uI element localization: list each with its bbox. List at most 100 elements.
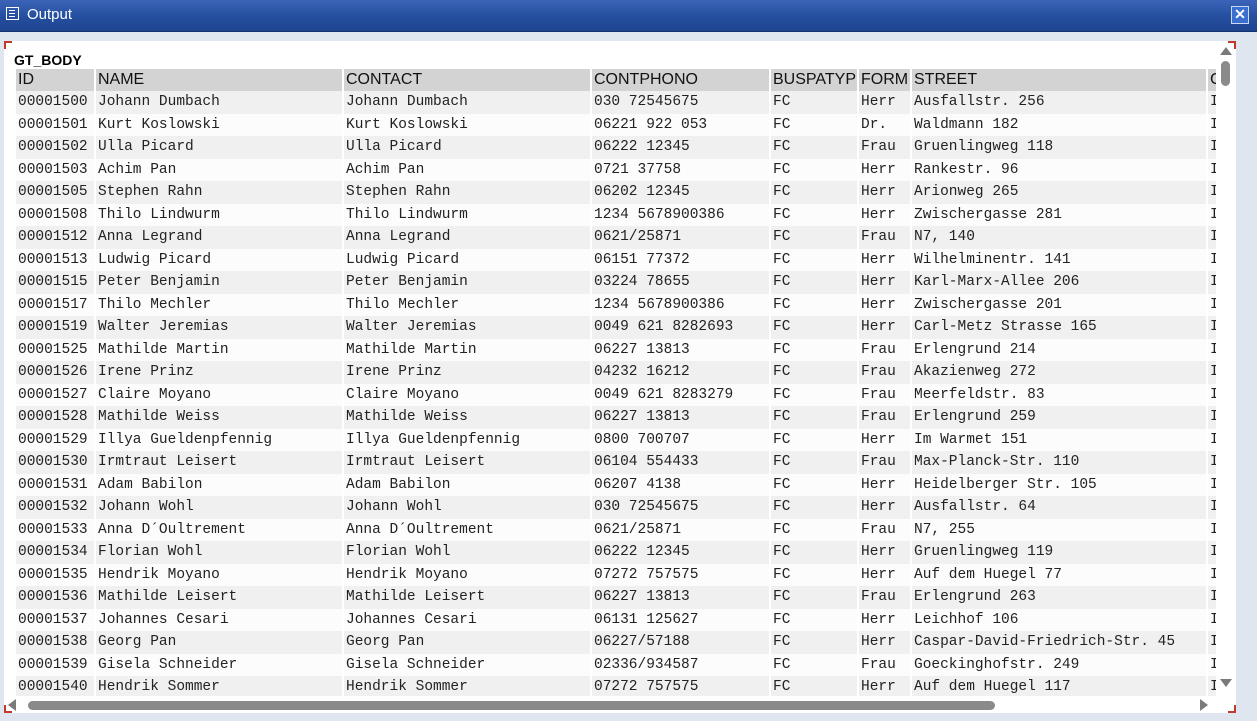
- table-row[interactable]: 00001532 Johann Wohl Johann Wohl 030 725456…: [16, 496, 1216, 519]
- cell-id: 00001538: [16, 631, 96, 654]
- cell-c: I: [1208, 271, 1216, 294]
- cell-c: I: [1208, 631, 1216, 654]
- table-row[interactable]: 00001517 Thilo Mechler Thilo Mechler 1234 5…: [16, 293, 1216, 316]
- table-row[interactable]: 00001531 Adam Babilon Adam Babilon 06207 41…: [16, 473, 1216, 496]
- table-row[interactable]: 00001533 Anna D´Oultrement Anna D´Oultreme…: [16, 518, 1216, 541]
- cell-name: Ludwig Picard: [96, 248, 344, 271]
- cell-contact: Peter Benjamin: [344, 271, 592, 294]
- column-header-name[interactable]: NAME: [96, 69, 344, 91]
- table-row[interactable]: 00001538 Georg Pan Georg Pan 06227/57188 FC H…: [16, 631, 1216, 654]
- cell-street: Heidelberger Str. 105: [912, 473, 1208, 496]
- cell-form: Frau: [859, 226, 912, 249]
- column-header-form[interactable]: FORM: [859, 69, 912, 91]
- cell-c: I: [1208, 608, 1216, 631]
- vertical-scrollbar[interactable]: [1220, 47, 1232, 687]
- cell-c: I: [1208, 653, 1216, 676]
- table-row[interactable]: 00001539 Gisela Schneider Gisela Schneider…: [16, 653, 1216, 676]
- cell-contact: Achim Pan: [344, 158, 592, 181]
- table-row[interactable]: 00001525 Mathilde Martin Mathilde Martin 06…: [16, 338, 1216, 361]
- cell-id: 00001525: [16, 338, 96, 361]
- table-row[interactable]: 00001528 Mathilde Weiss Mathilde Weiss 0622…: [16, 406, 1216, 429]
- cell-c: I: [1208, 361, 1216, 384]
- table-row[interactable]: 00001503 Achim Pan Achim Pan 0721 37758 FC He…: [16, 158, 1216, 181]
- horizontal-scroll-thumb[interactable]: [28, 701, 995, 710]
- table-row[interactable]: 00001502 Ulla Picard Ulla Picard 06222 1234…: [16, 136, 1216, 159]
- cell-id: 00001536: [16, 586, 96, 609]
- cell-street: N7, 140: [912, 226, 1208, 249]
- cell-id: 00001528: [16, 406, 96, 429]
- cell-form: Herr: [859, 158, 912, 181]
- arrow-up-icon[interactable]: [1220, 47, 1232, 55]
- cell-buspatyp: FC: [771, 428, 859, 451]
- cell-street: Gruenlingweg 119: [912, 541, 1208, 564]
- table-row[interactable]: 00001526 Irene Prinz Irene Prinz 04232 1621…: [16, 361, 1216, 384]
- table-row[interactable]: 00001508 Thilo Lindwurm Thilo Lindwurm 1234…: [16, 203, 1216, 226]
- cell-id: 00001529: [16, 428, 96, 451]
- cell-c: I: [1208, 563, 1216, 586]
- table-row[interactable]: 00001535 Hendrik Moyano Hendrik Moyano 0727…: [16, 563, 1216, 586]
- table-row[interactable]: 00001505 Stephen Rahn Stephen Rahn 06202 12…: [16, 181, 1216, 204]
- table-row[interactable]: 00001513 Ludwig Picard Ludwig Picard 06151 …: [16, 248, 1216, 271]
- table-row[interactable]: 00001500 Johann Dumbach Johann Dumbach 030 …: [16, 91, 1216, 114]
- cell-form: Frau: [859, 586, 912, 609]
- arrow-left-icon[interactable]: [8, 699, 16, 711]
- table-row[interactable]: 00001530 Irmtraut Leisert Irmtraut Leisert…: [16, 451, 1216, 474]
- table-row[interactable]: 00001537 Johannes Cesari Johannes Cesari 06…: [16, 608, 1216, 631]
- column-header-buspatyp[interactable]: BUSPATYP: [771, 69, 859, 91]
- cell-c: I: [1208, 406, 1216, 429]
- column-header-c[interactable]: C: [1208, 69, 1216, 91]
- close-button[interactable]: ✕: [1231, 6, 1249, 24]
- cell-name: Achim Pan: [96, 158, 344, 181]
- cell-id: 00001513: [16, 248, 96, 271]
- table-row[interactable]: 00001527 Claire Moyano Claire Moyano 0049 6…: [16, 383, 1216, 406]
- cell-form: Frau: [859, 653, 912, 676]
- cell-buspatyp: FC: [771, 653, 859, 676]
- cell-contphono: 06222 12345: [592, 541, 771, 564]
- cell-name: Gisela Schneider: [96, 653, 344, 676]
- cell-form: Herr: [859, 541, 912, 564]
- cell-c: I: [1208, 226, 1216, 249]
- cell-buspatyp: FC: [771, 226, 859, 249]
- cell-c: I: [1208, 676, 1216, 696]
- arrow-down-icon[interactable]: [1220, 679, 1232, 687]
- cell-c: I: [1208, 248, 1216, 271]
- table-row[interactable]: 00001512 Anna Legrand Anna Legrand 0621/258…: [16, 226, 1216, 249]
- table-row[interactable]: 00001515 Peter Benjamin Peter Benjamin 0322…: [16, 271, 1216, 294]
- column-header-contphono[interactable]: CONTPHONO: [592, 69, 771, 91]
- table-row[interactable]: 00001529 Illya Gueldenpfennig Illya Guelde…: [16, 428, 1216, 451]
- cell-name: Anna Legrand: [96, 226, 344, 249]
- cell-street: Karl-Marx-Allee 206: [912, 271, 1208, 294]
- cell-contphono: 06222 12345: [592, 136, 771, 159]
- cell-id: 00001508: [16, 203, 96, 226]
- arrow-right-icon[interactable]: [1200, 699, 1208, 711]
- table-row[interactable]: 00001540 Hendrik Sommer Hendrik Sommer 0727…: [16, 676, 1216, 696]
- column-header-id[interactable]: ID: [16, 69, 96, 91]
- cell-buspatyp: FC: [771, 608, 859, 631]
- cell-contphono: 0721 37758: [592, 158, 771, 181]
- cell-form: Herr: [859, 181, 912, 204]
- cell-form: Herr: [859, 563, 912, 586]
- cell-street: Goeckinghofstr. 249: [912, 653, 1208, 676]
- table-row[interactable]: 00001519 Walter Jeremias Walter Jeremias 00…: [16, 316, 1216, 339]
- cell-contact: Claire Moyano: [344, 383, 592, 406]
- cell-buspatyp: FC: [771, 293, 859, 316]
- cell-contact: Anna Legrand: [344, 226, 592, 249]
- column-header-street[interactable]: STREET: [912, 69, 1208, 91]
- cell-contphono: 06221 922 053: [592, 113, 771, 136]
- cell-buspatyp: FC: [771, 586, 859, 609]
- cell-contact: Georg Pan: [344, 631, 592, 654]
- cell-buspatyp: FC: [771, 136, 859, 159]
- table-row[interactable]: 00001534 Florian Wohl Florian Wohl 06222 12…: [16, 541, 1216, 564]
- cell-buspatyp: FC: [771, 203, 859, 226]
- cell-contact: Walter Jeremias: [344, 316, 592, 339]
- vertical-scroll-thumb[interactable]: [1221, 61, 1230, 86]
- cell-buspatyp: FC: [771, 383, 859, 406]
- table-row[interactable]: 00001536 Mathilde Leisert Mathilde Leisert…: [16, 586, 1216, 609]
- cell-name: Florian Wohl: [96, 541, 344, 564]
- corner-mark: [1228, 705, 1236, 713]
- cell-contact: Gisela Schneider: [344, 653, 592, 676]
- column-header-contact[interactable]: CONTACT: [344, 69, 592, 91]
- cell-id: 00001515: [16, 271, 96, 294]
- horizontal-scrollbar[interactable]: [8, 699, 1208, 711]
- table-row[interactable]: 00001501 Kurt Koslowski Kurt Koslowski 0622…: [16, 113, 1216, 136]
